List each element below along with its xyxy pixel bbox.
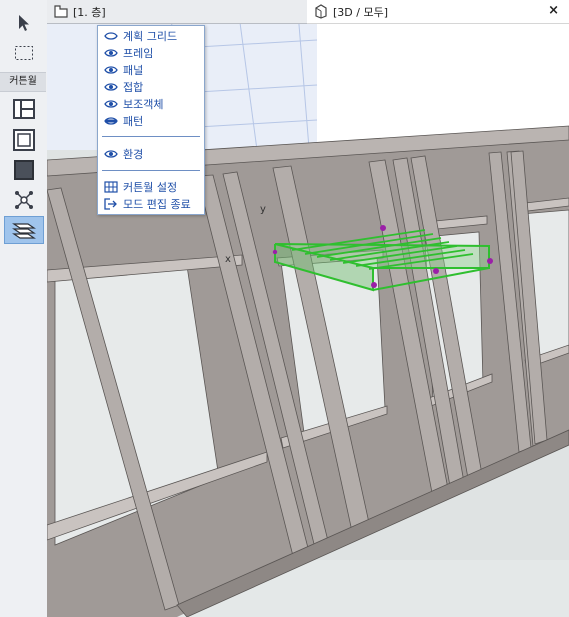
menu-divider [102, 170, 200, 171]
junction-tool-icon[interactable] [6, 187, 42, 213]
exit-icon [104, 198, 117, 210]
tab-floor-plan-label: [1. 층] [73, 6, 106, 19]
menu-item-frames[interactable]: 프레임 [104, 45, 153, 61]
toolbox: 커튼월 [0, 0, 48, 617]
eye-closed-icon [104, 117, 118, 125]
accessory-tool-icon[interactable] [4, 216, 44, 244]
eye-icon [104, 100, 118, 108]
eye-icon [104, 32, 118, 40]
menu-item-environment[interactable]: 환경 [104, 146, 143, 162]
curtain-wall-section-label: 커튼월 [0, 72, 46, 92]
curtain-wall-grid-icon[interactable] [6, 96, 42, 122]
axis-y-label: y [260, 204, 266, 215]
tab-floor-plan[interactable]: [1. 층] [47, 0, 307, 24]
menu-item-curtain-wall-settings[interactable]: 커튼월 설정 [104, 179, 177, 195]
arrow-tool-icon[interactable] [6, 10, 42, 36]
eye-icon [104, 49, 118, 57]
menu-item-panels[interactable]: 패널 [104, 62, 143, 78]
curtain-wall-settings-icon [104, 181, 118, 193]
eye-icon [104, 66, 118, 74]
menu-item-junctions[interactable]: 접합 [104, 79, 143, 95]
menu-item-exit-edit-mode[interactable]: 모드 편집 종료 [104, 196, 191, 212]
floor-plan-icon [54, 5, 68, 18]
cube-icon [315, 4, 327, 19]
tab-3d-view-label: [3D / 모두] [333, 6, 388, 19]
menu-item-pattern[interactable]: 패턴 [104, 113, 143, 129]
viewport: y x [1. 층] [3D / 모두] × 계획 그리드 프레임 패널 접합 [47, 0, 569, 617]
marquee-tool-icon[interactable] [6, 40, 42, 66]
eye-icon [104, 150, 118, 158]
close-icon[interactable]: × [548, 3, 559, 18]
axis-x-label: x [225, 254, 231, 265]
menu-item-design-grid[interactable]: 계획 그리드 [104, 28, 177, 44]
menu-item-accessories[interactable]: 보조객체 [104, 96, 163, 112]
curtain-wall-edit-menu: 계획 그리드 프레임 패널 접합 보조객체 패턴 환경 커튼월 설정 모드 편집… [97, 25, 205, 215]
eye-icon [104, 83, 118, 91]
panel-tool-icon[interactable] [6, 157, 42, 183]
frame-tool-icon[interactable] [6, 127, 42, 153]
tab-3d-view[interactable]: [3D / 모두] × [307, 0, 569, 24]
menu-divider [102, 136, 200, 137]
